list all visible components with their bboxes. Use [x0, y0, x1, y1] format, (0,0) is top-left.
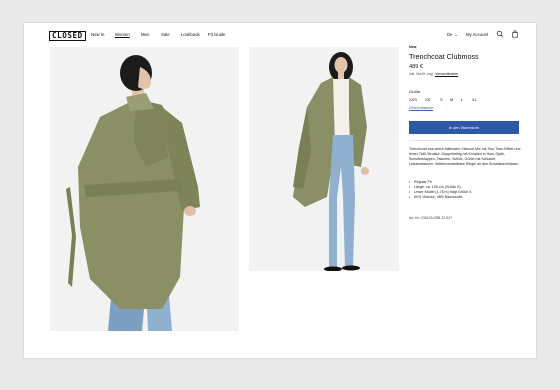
- divider: [409, 140, 519, 141]
- browser-window: CLOSED New In Women Men Sale Lookbook Fi…: [24, 23, 536, 358]
- size-option-m[interactable]: M: [450, 97, 453, 102]
- model-front-illustration: [293, 52, 369, 271]
- nav-lookbook[interactable]: Lookbook: [181, 32, 200, 37]
- shipping-link[interactable]: Versandkosten: [435, 72, 458, 76]
- my-account-link[interactable]: My Account: [466, 32, 488, 37]
- nav-sale[interactable]: Sale: [161, 32, 170, 37]
- size-option-s[interactable]: S: [440, 97, 443, 102]
- nav-fit-guide[interactable]: Fit Guide: [208, 32, 225, 37]
- nav-men[interactable]: Men: [141, 32, 149, 37]
- product-image-back[interactable]: [50, 47, 239, 331]
- nav-new-in[interactable]: New In: [91, 32, 104, 37]
- product-price: 489 €: [409, 64, 423, 70]
- new-badge: New: [409, 45, 417, 49]
- size-guide-link[interactable]: Größentabelle: [409, 106, 433, 110]
- model-back-illustration: [66, 55, 200, 331]
- language-label: De: [447, 32, 453, 37]
- tax-note: inkl. MwSt. zzgl. Versandkosten: [409, 72, 458, 76]
- product-title: Trenchcoat Clubmoss: [409, 52, 479, 61]
- product-description: Trenchcoat aus weich fallendem Viskose-M…: [409, 147, 521, 167]
- feature-item: 60% Viskose, 38% Baumwolle: [409, 195, 521, 200]
- language-select[interactable]: De ⌄: [447, 32, 458, 37]
- search-icon[interactable]: [496, 30, 504, 38]
- size-label: Größe: [409, 89, 421, 94]
- size-option-xxs[interactable]: XXS: [409, 97, 417, 102]
- tax-prefix: inkl. MwSt. zzgl.: [409, 72, 435, 76]
- size-option-xl[interactable]: XL: [472, 97, 477, 102]
- product-image-front[interactable]: [249, 47, 399, 271]
- nav-women[interactable]: Women: [115, 32, 130, 37]
- bag-icon[interactable]: [511, 30, 519, 38]
- chevron-down-icon: ⌄: [454, 32, 458, 37]
- product-features: Regular Fit Länge: ca. 106 cm (Größe S) …: [409, 180, 521, 200]
- size-option-l[interactable]: L: [461, 97, 463, 102]
- size-option-xs[interactable]: XS: [425, 97, 430, 102]
- brand-logo[interactable]: CLOSED: [49, 31, 86, 41]
- article-number: Art.-Nr. C95103-0RB-22-947: [409, 216, 452, 220]
- add-to-cart-button[interactable]: In den Warenkorb: [409, 121, 519, 134]
- site-header: CLOSED New In Women Men Sale Lookbook Fi…: [24, 23, 536, 49]
